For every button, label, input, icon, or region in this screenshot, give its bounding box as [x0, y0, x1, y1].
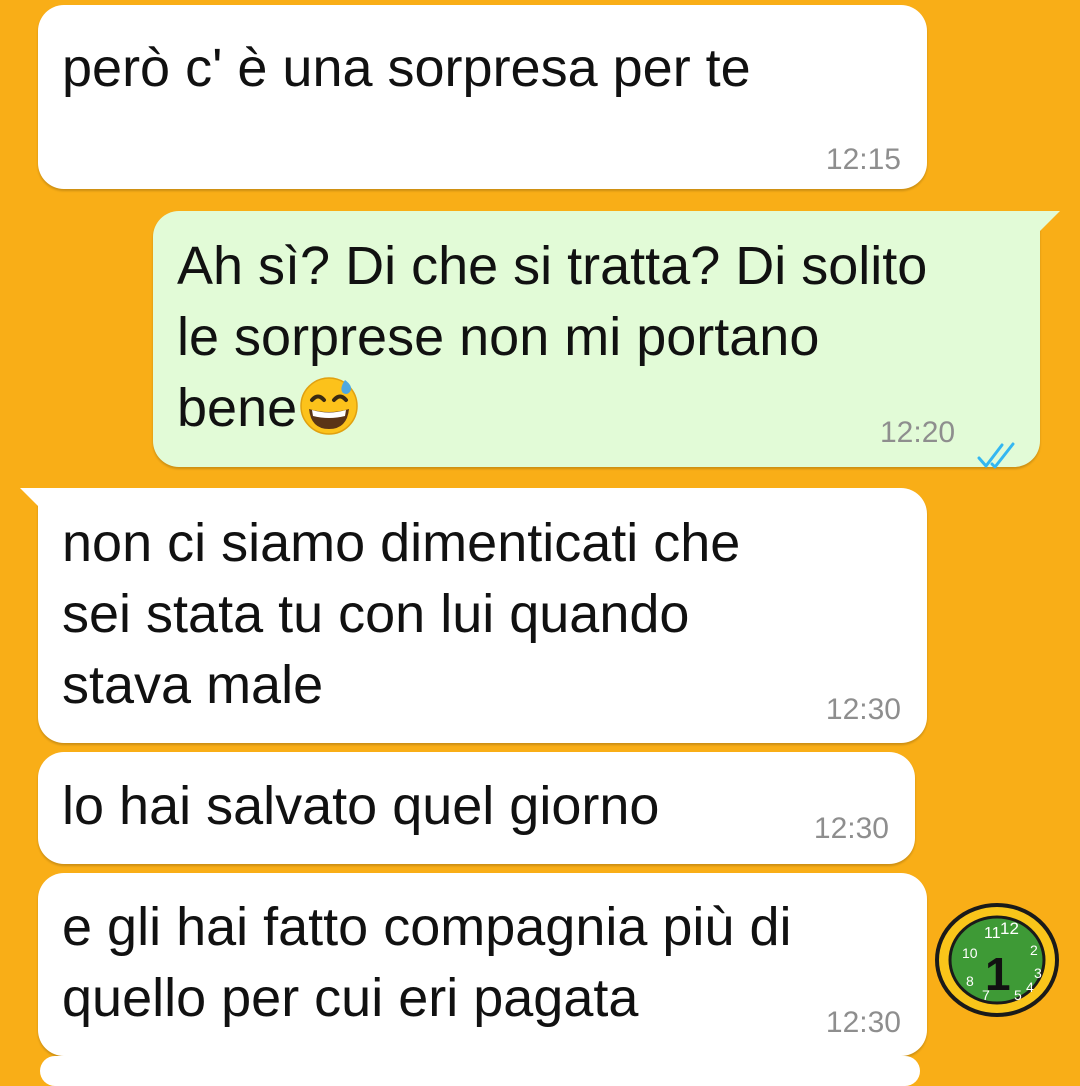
svg-text:2: 2	[1030, 942, 1038, 958]
message-time: 12:15	[825, 143, 901, 176]
svg-text:8: 8	[966, 973, 974, 989]
grinning-sweat-emoji	[299, 376, 359, 454]
message-bubble-incoming[interactable]: però c' è una sorpresa per te 12:15	[38, 5, 927, 189]
read-double-tick-icon	[976, 418, 1020, 489]
clock-sticker-number: 1	[985, 948, 1011, 1000]
message-time: 12:20	[880, 416, 956, 449]
message-text: lo hai salvato quel giorno	[62, 776, 660, 836]
message-text: e gli hai fatto compagnia più di quello …	[62, 897, 792, 1028]
message-text: Ah sì? Di che si tratta? Di solito le so…	[177, 231, 927, 454]
svg-text:11: 11	[984, 925, 1001, 942]
clock-sticker-icon[interactable]: 11 12 10 2 3 8 7 5 4 1	[932, 900, 1062, 1020]
svg-text:12: 12	[1000, 919, 1019, 938]
message-bubble-incoming[interactable]: e gli hai fatto compagnia più di quello …	[38, 873, 927, 1056]
message-bubble-incoming[interactable]: lo hai salvato quel giorno 12:30	[38, 752, 915, 864]
svg-text:10: 10	[962, 945, 978, 961]
message-time: 12:30	[825, 693, 901, 726]
message-time: 12:30	[813, 812, 889, 845]
message-time: 12:30	[825, 1006, 901, 1039]
message-text: non ci siamo dimenticati che sei stata t…	[62, 513, 741, 715]
message-text: però c' è una sorpresa per te	[62, 38, 751, 98]
svg-text:4: 4	[1026, 979, 1034, 995]
svg-text:3: 3	[1034, 965, 1042, 981]
bubble-tail	[20, 488, 46, 514]
message-bubble-outgoing[interactable]: Ah sì? Di che si tratta? Di solito le so…	[153, 211, 1060, 469]
next-message-bubble-edge	[40, 1056, 920, 1086]
svg-text:5: 5	[1014, 987, 1022, 1003]
message-bubble-incoming[interactable]: non ci siamo dimenticati che sei stata t…	[20, 488, 927, 743]
bubble-tail	[1034, 211, 1060, 237]
